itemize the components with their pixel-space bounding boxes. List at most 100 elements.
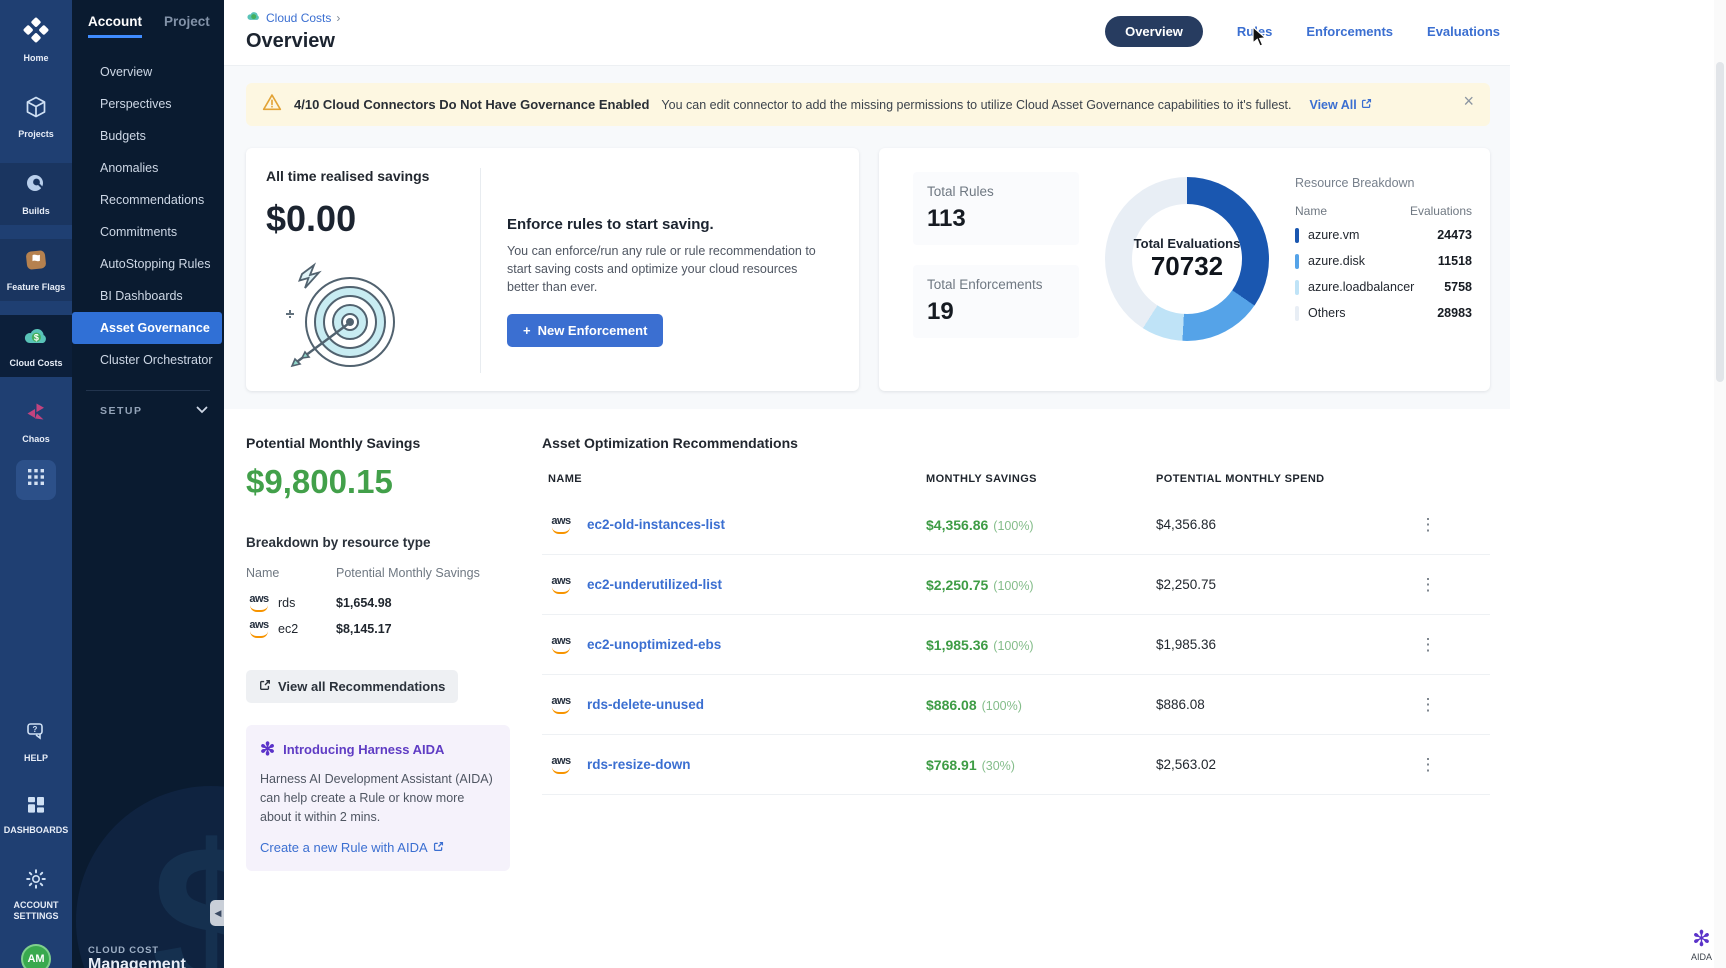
rail-item-dashboards[interactable]: DASHBOARDS	[0, 786, 72, 844]
enforce-cta-title: Enforce rules to start saving.	[507, 216, 831, 233]
row-menu-icon[interactable]: ⋮	[1418, 515, 1438, 535]
aws-icon: aws	[548, 636, 574, 654]
sidebar-collapse-handle[interactable]: ◀	[210, 900, 224, 926]
rail-item-chaos[interactable]: Chaos	[0, 391, 72, 453]
sidebar-item-bi-dashboards[interactable]: BI Dashboards	[72, 280, 224, 312]
aws-icon: aws	[548, 576, 574, 594]
table-row[interactable]: awsec2-old-instances-list $4,356.86(100%…	[542, 495, 1490, 555]
type-col-savings: Potential Monthly Savings	[336, 566, 480, 580]
rail-label: Home	[23, 53, 48, 64]
rail-item-help[interactable]: ? HELP	[0, 712, 72, 772]
plus-icon: +	[523, 323, 531, 338]
row-menu-icon[interactable]: ⋮	[1418, 755, 1438, 775]
potential-savings-column: Potential Monthly Savings $9,800.15 Brea…	[246, 435, 510, 871]
external-link-icon	[259, 679, 271, 694]
svg-text:$: $	[34, 332, 39, 342]
breakdown-row: azure.disk11518	[1295, 248, 1472, 274]
rule-link[interactable]: ec2-old-instances-list	[587, 517, 725, 532]
rail-item-projects[interactable]: Projects	[0, 86, 72, 148]
breadcrumb-separator: ›	[336, 11, 340, 25]
sidebar-footer-title: Management	[88, 956, 186, 968]
tab-account[interactable]: Account	[88, 14, 142, 38]
sidebar-item-perspectives[interactable]: Perspectives	[72, 88, 224, 120]
new-enforcement-button[interactable]: + New Enforcement	[507, 314, 663, 347]
tab-enforcements[interactable]: Enforcements	[1306, 24, 1393, 39]
rail-label: ACCOUNT SETTINGS	[7, 900, 65, 923]
rail-item-cloud-costs[interactable]: $ Cloud Costs	[0, 315, 72, 377]
dollar-watermark: $	[76, 786, 224, 968]
user-avatar[interactable]: AM	[21, 944, 51, 968]
col-potential-spend: POTENTIAL MONTHLY SPEND	[1156, 473, 1418, 485]
banner-title: 4/10 Cloud Connectors Do Not Have Govern…	[294, 97, 649, 112]
aida-fab-button[interactable]: ✻ AIDA	[1691, 928, 1712, 962]
breakdown-row: azure.vm24473	[1295, 222, 1472, 248]
flag-icon	[24, 248, 48, 277]
rule-link[interactable]: rds-resize-down	[587, 757, 691, 772]
vertical-scrollbar[interactable]	[1714, 0, 1726, 968]
total-rules-stat: Total Rules 113	[913, 172, 1079, 245]
rule-link[interactable]: rds-delete-unused	[587, 697, 704, 712]
breakdown-col-name: Name	[1295, 204, 1327, 218]
sidebar-footer: CLOUD COST Management	[88, 945, 186, 968]
tab-project[interactable]: Project	[164, 14, 210, 38]
evaluations-donut-chart: Total Evaluations 70732	[1105, 177, 1269, 341]
main-area: Cloud Costs › Overview Overview Rules En…	[224, 0, 1726, 968]
recommendations-column: Asset Optimization Recommendations NAME …	[542, 435, 1490, 871]
legend-swatch	[1295, 228, 1299, 243]
row-menu-icon[interactable]: ⋮	[1418, 575, 1438, 595]
table-row[interactable]: awsec2-unoptimized-ebs $1,985.36(100%) $…	[542, 615, 1490, 675]
col-name: NAME	[548, 473, 926, 485]
potential-savings-title: Potential Monthly Savings	[246, 435, 510, 451]
cloud-dollar-icon: $	[23, 324, 49, 353]
page-header: Cloud Costs › Overview Overview Rules En…	[224, 0, 1510, 66]
sidebar-item-budgets[interactable]: Budgets	[72, 120, 224, 152]
tab-rules[interactable]: Rules	[1237, 24, 1272, 39]
rail-item-home[interactable]: Home	[0, 8, 72, 72]
external-link-icon	[433, 840, 444, 855]
scrollbar-thumb[interactable]	[1716, 62, 1724, 382]
module-picker-button[interactable]	[16, 460, 56, 500]
banner-view-all-link[interactable]: View All	[1309, 98, 1371, 112]
realised-savings-card: All time realised savings $0.00	[246, 148, 859, 391]
rule-link[interactable]: ec2-underutilized-list	[587, 577, 722, 592]
sidebar-item-autostopping-rules[interactable]: AutoStopping Rules	[72, 248, 224, 280]
builds-icon	[24, 172, 48, 201]
rail-label: Builds	[22, 206, 50, 217]
sidebar-item-recommendations[interactable]: Recommendations	[72, 184, 224, 216]
banner-close-icon[interactable]: ×	[1463, 91, 1474, 112]
sidebar-item-cluster-orchestrator[interactable]: Cluster Orchestrator	[72, 344, 224, 376]
table-row[interactable]: awsrds-delete-unused $886.08(100%) $886.…	[542, 675, 1490, 735]
rail-item-feature-flags[interactable]: Feature Flags	[0, 239, 72, 301]
sidebar-item-overview[interactable]: Overview	[72, 56, 224, 88]
app-root: Home Projects Builds Feature Flags $	[0, 0, 1726, 968]
rail-label: Chaos	[22, 434, 50, 445]
sidebar-item-anomalies[interactable]: Anomalies	[72, 152, 224, 184]
sidebar-item-asset-governance[interactable]: Asset Governance	[72, 312, 222, 344]
row-menu-icon[interactable]: ⋮	[1418, 635, 1438, 655]
legend-swatch	[1295, 280, 1299, 295]
rule-link[interactable]: ec2-unoptimized-ebs	[587, 637, 721, 652]
aida-promo-body: Harness AI Development Assistant (AIDA) …	[260, 770, 496, 826]
table-row[interactable]: awsec2-underutilized-list $2,250.75(100%…	[542, 555, 1490, 615]
total-rules-label: Total Rules	[927, 184, 1065, 199]
sidebar-setup-toggle[interactable]: SETUP	[72, 391, 224, 417]
rail-label: Projects	[18, 129, 54, 140]
tab-overview[interactable]: Overview	[1105, 16, 1203, 47]
breakdown-col-evaluations: Evaluations	[1410, 204, 1472, 218]
breakdown-row: azure.loadbalancer5758	[1295, 274, 1472, 300]
summary-cards-row: All time realised savings $0.00	[246, 148, 1490, 391]
row-menu-icon[interactable]: ⋮	[1418, 695, 1438, 715]
create-rule-with-aida-link[interactable]: Create a new Rule with AIDA	[260, 840, 496, 855]
view-all-recommendations-button[interactable]: View all Recommendations	[246, 670, 458, 703]
sidebar-item-commitments[interactable]: Commitments	[72, 216, 224, 248]
aws-icon: aws	[246, 594, 272, 612]
legend-swatch	[1295, 254, 1299, 269]
warning-icon	[262, 93, 282, 116]
total-enforcements-stat: Total Enforcements 19	[913, 265, 1079, 338]
tab-evaluations[interactable]: Evaluations	[1427, 24, 1500, 39]
table-row[interactable]: awsrds-resize-down $768.91(30%) $2,563.0…	[542, 735, 1490, 795]
rail-item-builds[interactable]: Builds	[0, 163, 72, 225]
rail-item-account-settings[interactable]: ACCOUNT SETTINGS	[0, 859, 72, 931]
external-link-icon	[1361, 98, 1372, 112]
cube-icon	[24, 95, 48, 124]
